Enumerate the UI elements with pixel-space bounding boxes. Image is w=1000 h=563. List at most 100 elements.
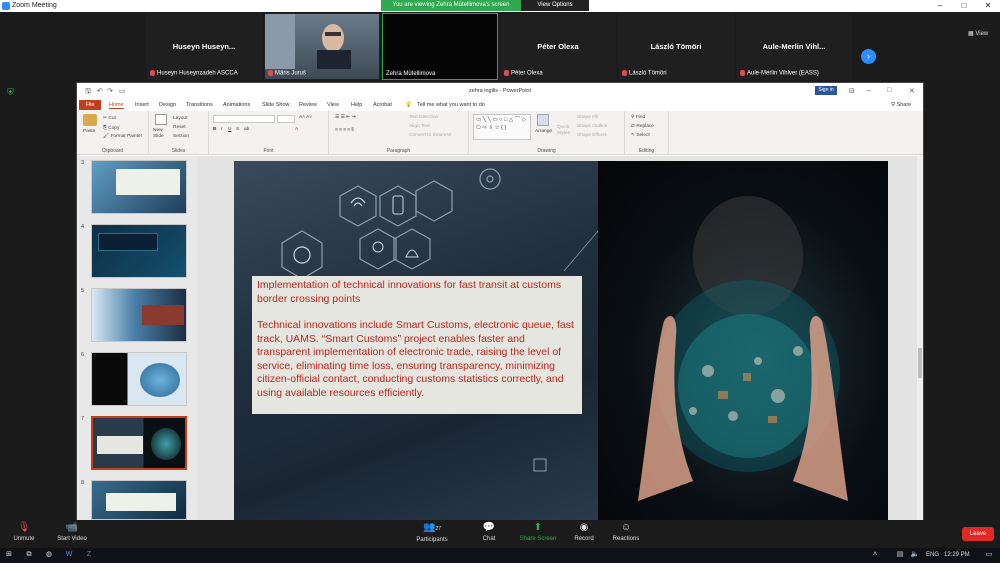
shape-effects-button[interactable]: Shape Effects: [577, 133, 607, 138]
sign-in-button[interactable]: Sign in: [815, 86, 837, 95]
tab-help[interactable]: Help: [351, 102, 362, 108]
new-slide-button[interactable]: New Slide: [153, 128, 171, 140]
reset-button[interactable]: Reset: [173, 125, 186, 130]
tab-design[interactable]: Design: [159, 102, 176, 108]
ribbon-options-icon[interactable]: ⊟: [849, 87, 855, 95]
participant-tile[interactable]: Zehra Mütellimova: [382, 13, 498, 80]
current-slide[interactable]: Implementation of technical innovations …: [234, 161, 888, 521]
font-name-box[interactable]: [213, 115, 275, 123]
participant-tile[interactable]: László Tömöri László Tömöri: [618, 13, 734, 80]
arrange-button[interactable]: Arrange: [535, 129, 552, 134]
convert-smartart-button[interactable]: Convert to SmartArt: [409, 133, 451, 138]
volume-icon[interactable]: 🔈: [910, 550, 920, 560]
minimize-icon[interactable]: –: [928, 0, 952, 12]
encryption-shield-icon[interactable]: ⛨: [7, 87, 14, 98]
shapes-gallery[interactable]: ▭ ╲ ╲ ▭ ○ □ △ ⌒ ◇ ⬠ ⇨ ⇩ ☆ { }: [473, 114, 531, 140]
record-button[interactable]: ◉ Record: [562, 522, 606, 542]
next-page-arrow-icon[interactable]: ›: [861, 49, 876, 64]
section-button[interactable]: Section: [173, 134, 189, 139]
leave-button[interactable]: Leave: [962, 527, 994, 541]
participant-tile[interactable]: Péter Olexa Péter Olexa: [500, 13, 616, 80]
shadow-icon[interactable]: S: [236, 127, 239, 132]
participants-button[interactable]: 👥27 Participants: [410, 522, 454, 543]
participant-tile[interactable]: Huseyn Huseyn... Huseyn Huseynzadeh ASCC…: [146, 13, 262, 80]
tab-view[interactable]: View: [327, 102, 339, 108]
slide-thumbnail[interactable]: [91, 160, 187, 214]
slide-thumbnail[interactable]: [91, 352, 187, 406]
bullets-icon[interactable]: ☰ ☰ ⇤ ⇥: [335, 115, 356, 120]
tab-acrobat[interactable]: Acrobat: [373, 102, 392, 108]
tab-transitions[interactable]: Transitions: [186, 102, 213, 108]
tab-slide-show[interactable]: Slide Show: [262, 102, 290, 108]
language-indicator[interactable]: ENG: [926, 552, 939, 558]
slide-text-box[interactable]: Implementation of technical innovations …: [252, 276, 582, 414]
word-icon[interactable]: W: [64, 550, 74, 560]
tell-me-search[interactable]: Tell me what you want to do: [417, 102, 485, 108]
copy-button[interactable]: ⎘ Copy: [103, 125, 119, 131]
paste-icon: [83, 114, 97, 126]
window-title: Zoom Meeting: [12, 2, 57, 9]
replace-button[interactable]: ⇄ Replace: [631, 124, 654, 129]
scrollbar-thumb[interactable]: [918, 348, 922, 378]
participant-name-label: Zehra Mütellimova: [386, 71, 436, 77]
network-icon[interactable]: ▤: [895, 550, 905, 560]
format-painter-button[interactable]: 🖌 Format Painter: [103, 134, 142, 139]
bold-icon[interactable]: B: [213, 127, 216, 132]
share-screen-button[interactable]: ⬆ Share Screen: [516, 522, 560, 542]
participant-display-name: Huseyn Huseyn...: [172, 42, 236, 51]
grow-font-icon[interactable]: A˄ A˅: [299, 115, 312, 120]
shape-fill-button[interactable]: Shape Fill: [577, 115, 598, 120]
tab-animations[interactable]: Animations: [223, 102, 250, 108]
tab-insert[interactable]: Insert: [135, 102, 149, 108]
zoom-taskbar-icon[interactable]: Z: [84, 550, 94, 560]
cut-button[interactable]: ✂ Cut: [103, 116, 116, 121]
slide-thumbnail[interactable]: [91, 480, 187, 520]
ppt-minimize-icon[interactable]: –: [867, 87, 871, 94]
close-icon[interactable]: ✕: [976, 0, 1000, 12]
slide-thumbnail[interactable]: [91, 288, 187, 342]
participant-tile[interactable]: Märis Juruš: [264, 13, 380, 80]
paste-button[interactable]: Paste: [83, 129, 95, 134]
tab-file[interactable]: File: [79, 100, 101, 110]
share-button[interactable]: ⚲ Share: [891, 102, 911, 108]
tab-review[interactable]: Review: [299, 102, 317, 108]
shape-outline-button[interactable]: Shape Outline: [577, 124, 607, 129]
view-options-button[interactable]: View Options: [521, 0, 589, 11]
slide-thumbnail[interactable]: [91, 224, 187, 278]
muted-mic-icon: [504, 70, 509, 77]
notifications-icon[interactable]: ▭: [984, 550, 994, 560]
vertical-scrollbar[interactable]: [917, 156, 923, 520]
layout-button[interactable]: Layout: [173, 116, 187, 121]
windows-start-icon[interactable]: ⊞: [4, 550, 14, 560]
chrome-icon[interactable]: ◍: [44, 550, 54, 560]
tray-chevron-icon[interactable]: ˄: [870, 550, 880, 560]
ribbon: Paste ✂ Cut ⎘ Copy 🖌 Format Painter Clip…: [77, 111, 923, 155]
drawing-group: ▭ ╲ ╲ ▭ ○ □ △ ⌒ ◇ ⬠ ⇨ ⇩ ☆ { } Arrange Qu…: [469, 111, 625, 155]
italic-icon[interactable]: I: [221, 127, 222, 132]
underline-icon[interactable]: U: [228, 127, 231, 132]
align-text-button[interactable]: Align Text: [409, 124, 430, 129]
text-direction-button[interactable]: Text Direction: [409, 115, 438, 120]
font-color-icon[interactable]: A: [295, 127, 298, 132]
find-button[interactable]: ⚲ Find: [631, 115, 645, 120]
clock[interactable]: 12:29 PM: [944, 552, 970, 558]
tab-home[interactable]: Home: [109, 102, 124, 109]
ppt-maximize-icon[interactable]: □: [887, 87, 891, 94]
start-video-button[interactable]: 📹 Start Video: [50, 522, 94, 542]
font-size-box[interactable]: [277, 115, 295, 123]
view-button[interactable]: ▦ View: [968, 30, 988, 37]
reactions-button[interactable]: ☺ Reactions: [604, 522, 648, 542]
slide-thumbnail-selected[interactable]: [91, 416, 187, 470]
clipboard-group: Paste ✂ Cut ⎘ Copy 🖌 Format Painter Clip…: [77, 111, 149, 155]
thumbnail-number: 8: [81, 480, 85, 486]
chat-button[interactable]: 💬 Chat: [467, 522, 511, 542]
ppt-close-icon[interactable]: ✕: [909, 87, 915, 95]
participant-tile[interactable]: Aule-Merlin Vihl... Aule-Merlin Vihlver …: [736, 13, 852, 80]
select-button[interactable]: ↖ Select: [631, 133, 650, 138]
align-icons[interactable]: ≡ ≡ ≡ ≡ ⫴: [335, 127, 354, 133]
quick-styles-button[interactable]: Quick Styles: [557, 125, 575, 137]
unmute-button[interactable]: 🎙 Unmute: [2, 522, 46, 542]
maximize-icon[interactable]: □: [952, 0, 976, 12]
strikethrough-icon[interactable]: ab: [244, 127, 249, 132]
task-view-icon[interactable]: ⧉: [24, 550, 34, 560]
